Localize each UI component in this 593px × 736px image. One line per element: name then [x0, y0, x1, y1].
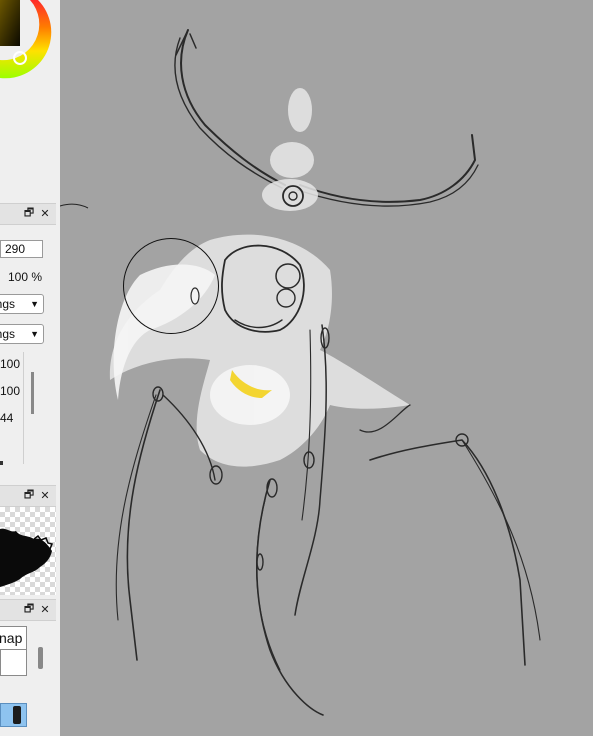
layer-list-area[interactable]: [0, 650, 27, 676]
opacity-value[interactable]: 100 %: [8, 270, 42, 284]
layer-thumbnail-icon: [13, 706, 21, 724]
float-panel-icon[interactable]: 🗗: [22, 488, 36, 502]
canvas-stroke-fragment: [60, 203, 89, 209]
left-docker: 🗗 ✕ 290 100 % ings ▼ ings ▼ 100 100 44 🗗…: [0, 0, 60, 736]
tool-options-header: 🗗 ✕: [0, 203, 56, 225]
slider-value-2[interactable]: 100: [0, 384, 20, 398]
resize-handle[interactable]: [0, 461, 3, 465]
blend-mode-dropdown-1-label: ings: [0, 297, 16, 311]
brush-stamp-icon: [0, 528, 54, 587]
close-panel-icon[interactable]: ✕: [38, 602, 52, 616]
layers-header: 🗗 ✕: [0, 599, 56, 621]
tab-snap[interactable]: nap: [0, 626, 27, 650]
close-panel-icon[interactable]: ✕: [38, 488, 52, 502]
color-wheel-icon[interactable]: [0, 0, 60, 90]
layers-scrollbar[interactable]: [38, 647, 43, 669]
blend-mode-dropdown-2[interactable]: ings ▼: [0, 324, 44, 344]
float-panel-icon[interactable]: 🗗: [22, 206, 36, 220]
brush-size-input[interactable]: 290: [0, 240, 43, 258]
divider: [23, 352, 24, 464]
slider-value-1[interactable]: 100: [0, 357, 20, 371]
sketch-artwork: [109, 29, 541, 716]
color-selector[interactable]: [0, 0, 60, 90]
selected-layer[interactable]: [0, 703, 27, 727]
blend-mode-dropdown-2-label: ings: [0, 327, 16, 341]
brush-cursor-icon: [123, 238, 219, 334]
blend-mode-dropdown-1[interactable]: ings ▼: [0, 294, 44, 314]
slider-value-3[interactable]: 44: [0, 411, 13, 425]
chevron-down-icon: ▼: [30, 299, 39, 309]
brush-presets-header: 🗗 ✕: [0, 485, 56, 507]
chevron-down-icon: ▼: [30, 329, 39, 339]
drawing-canvas[interactable]: [60, 0, 593, 736]
float-panel-icon[interactable]: 🗗: [22, 602, 36, 616]
close-panel-icon[interactable]: ✕: [38, 206, 52, 220]
options-scrollbar[interactable]: [31, 372, 34, 414]
brush-preset-preview[interactable]: [0, 507, 56, 595]
